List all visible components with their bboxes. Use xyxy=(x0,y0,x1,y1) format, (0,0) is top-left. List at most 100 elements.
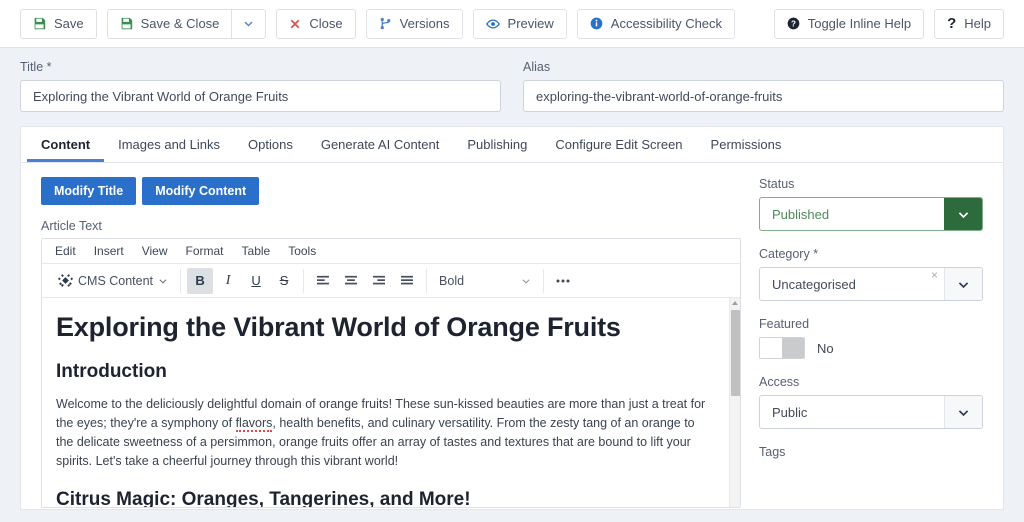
category-field: Category * Uncategorised × xyxy=(759,247,983,301)
status-select[interactable]: Published xyxy=(759,197,983,231)
featured-toggle-track xyxy=(782,338,804,358)
style-select-value: Bold xyxy=(439,273,465,288)
chevron-down-icon xyxy=(158,276,168,286)
strikethrough-button[interactable]: S xyxy=(271,268,297,294)
underline-button[interactable]: U xyxy=(243,268,269,294)
more-options-icon[interactable] xyxy=(550,268,576,294)
versions-button[interactable]: Versions xyxy=(365,8,463,39)
status-value: Published xyxy=(772,206,830,222)
style-select[interactable]: Bold xyxy=(433,268,537,294)
tags-label: Tags xyxy=(759,445,786,459)
align-left-button[interactable] xyxy=(310,268,336,294)
preview-button-label: Preview xyxy=(507,16,554,31)
article-h2-citrus-magic: Citrus Magic: Oranges, Tangerines, and M… xyxy=(56,489,471,507)
bold-button[interactable]: B xyxy=(187,267,214,294)
alignment-group xyxy=(304,268,428,294)
chevron-down-icon[interactable] xyxy=(944,396,982,428)
editor-toolbar: CMS Content B I U S Bold xyxy=(42,264,740,298)
cms-content-label: CMS Content xyxy=(78,273,154,288)
article-h1: Exploring the Vibrant World of Orange Fr… xyxy=(56,312,621,342)
menu-insert[interactable]: Insert xyxy=(87,242,131,260)
featured-field: Featured No xyxy=(759,317,983,359)
tab-images-and-links[interactable]: Images and Links xyxy=(104,127,234,162)
align-center-button[interactable] xyxy=(338,268,364,294)
modify-title-button[interactable]: Modify Title xyxy=(41,177,137,205)
tab-permissions[interactable]: Permissions xyxy=(697,127,796,162)
style-select-group: Bold xyxy=(427,268,545,294)
menu-view[interactable]: View xyxy=(135,242,175,260)
clear-category-icon[interactable]: × xyxy=(925,268,944,300)
modify-content-button[interactable]: Modify Content xyxy=(142,177,260,205)
accessibility-check-button[interactable]: Accessibility Check xyxy=(576,8,736,39)
editor-scrollbar[interactable] xyxy=(729,298,740,507)
align-justify-icon xyxy=(401,275,414,284)
save-and-close-button[interactable]: Save & Close xyxy=(106,8,233,39)
help-button[interactable]: ? Help xyxy=(934,8,1004,39)
menu-format[interactable]: Format xyxy=(179,242,231,260)
eye-icon xyxy=(485,17,500,31)
menu-tools[interactable]: Tools xyxy=(281,242,323,260)
save-and-close-label: Save & Close xyxy=(140,16,220,31)
save-icon xyxy=(120,17,133,30)
close-button[interactable]: Close xyxy=(276,8,356,39)
article-h2-introduction: Introduction xyxy=(56,361,167,382)
close-x-icon xyxy=(289,18,301,30)
close-button-label: Close xyxy=(309,16,343,31)
editor-document[interactable]: Exploring the Vibrant World of Orange Fr… xyxy=(42,298,729,507)
cms-content-button[interactable]: CMS Content xyxy=(52,268,174,294)
access-select[interactable]: Public xyxy=(759,395,983,429)
access-label: Access xyxy=(759,375,800,389)
chevron-down-icon xyxy=(521,276,531,286)
tab-publishing[interactable]: Publishing xyxy=(453,127,541,162)
article-paragraph-intro: Welcome to the deliciously delightful do… xyxy=(56,395,715,471)
title-alias-row: Title * Alias xyxy=(0,48,1024,126)
save-options-dropdown-toggle[interactable] xyxy=(232,8,267,39)
joomla-icon xyxy=(58,273,73,288)
info-circle-icon xyxy=(590,17,603,30)
code-branch-icon xyxy=(379,17,392,30)
toggle-inline-help-button[interactable]: ? Toggle Inline Help xyxy=(773,8,925,39)
question-circle-icon: ? xyxy=(787,17,800,30)
admin-toolbar: Save Save & Close Close Versions Preview… xyxy=(0,0,1024,48)
alias-input[interactable] xyxy=(523,80,1004,112)
status-field: Status Published xyxy=(759,177,983,231)
featured-label: Featured xyxy=(759,317,810,331)
italic-glyph: I xyxy=(225,272,231,288)
save-button[interactable]: Save xyxy=(20,8,97,39)
save-button-label: Save xyxy=(54,16,84,31)
align-left-icon xyxy=(317,275,330,284)
menu-edit[interactable]: Edit xyxy=(48,242,83,260)
tab-content[interactable]: Content xyxy=(27,127,105,162)
status-label: Status xyxy=(759,177,795,191)
align-justify-button[interactable] xyxy=(394,268,420,294)
tab-generate-ai-content[interactable]: Generate AI Content xyxy=(307,127,454,162)
text-format-group: B I U S xyxy=(181,267,305,294)
preview-button[interactable]: Preview xyxy=(472,8,567,39)
help-button-label: Help xyxy=(964,16,991,31)
featured-toggle[interactable] xyxy=(759,337,805,359)
question-mark-icon: ? xyxy=(947,15,957,32)
tab-configure-edit-screen[interactable]: Configure Edit Screen xyxy=(541,127,696,162)
rich-text-editor: Edit Insert View Format Table Tools CMS … xyxy=(41,238,741,508)
content-tab-panel: Modify Title Modify Content Article Text… xyxy=(21,163,1003,508)
save-and-close-group: Save & Close xyxy=(106,8,267,39)
featured-value: No xyxy=(817,340,834,356)
svg-text:?: ? xyxy=(791,19,796,28)
category-select[interactable]: Uncategorised × xyxy=(759,267,983,301)
chevron-down-icon[interactable] xyxy=(944,268,982,300)
access-field: Access Public xyxy=(759,375,983,429)
menu-table[interactable]: Table xyxy=(235,242,278,260)
cms-content-group: CMS Content xyxy=(46,268,182,294)
scrollbar-thumb[interactable] xyxy=(731,310,740,396)
scroll-up-arrow-icon[interactable] xyxy=(732,301,738,305)
italic-button[interactable]: I xyxy=(215,268,241,294)
align-center-icon xyxy=(345,275,358,284)
chevron-down-icon[interactable] xyxy=(944,198,982,230)
featured-toggle-row: No xyxy=(759,337,983,359)
accessibility-check-label: Accessibility Check xyxy=(610,16,723,31)
misspelled-word: flavors xyxy=(235,416,273,432)
tab-options[interactable]: Options xyxy=(234,127,307,162)
ai-modify-buttons: Modify Title Modify Content xyxy=(41,177,741,205)
title-input[interactable] xyxy=(20,80,501,112)
align-right-button[interactable] xyxy=(366,268,392,294)
